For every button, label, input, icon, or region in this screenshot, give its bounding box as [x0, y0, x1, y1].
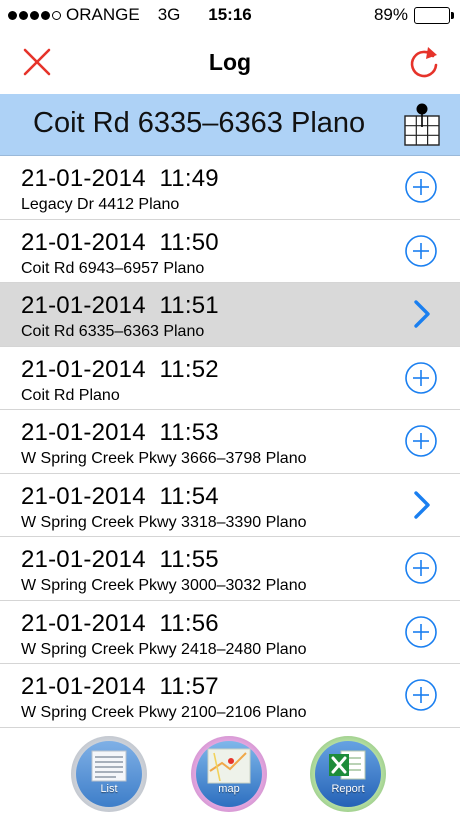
- list-icon: [76, 741, 142, 807]
- navigation-bar: Log: [0, 32, 460, 94]
- log-address: W Spring Creek Pkwy 3666–3798 Plano: [21, 450, 307, 467]
- log-time: 11:49: [159, 165, 219, 192]
- add-button[interactable]: [404, 170, 438, 204]
- log-address: Coit Rd 6335–6363 Plano: [21, 323, 205, 340]
- log-list: 21-01-2014 11:49 Legacy Dr 4412 Plano 21-0…: [0, 156, 460, 728]
- current-location-title: Coit Rd 6335–6363 Plano: [33, 107, 366, 139]
- add-button[interactable]: [404, 678, 438, 712]
- log-datetime: 21-01-2014 11:54: [21, 483, 219, 511]
- battery-percent: 89%: [373, 5, 408, 24]
- log-time: 11:57: [159, 673, 219, 700]
- log-row[interactable]: 21-01-2014 11:55 W Spring Creek Pkwy 3000…: [0, 537, 460, 601]
- log-time: 11:54: [159, 482, 219, 510]
- plus-circle-icon: [405, 425, 437, 457]
- log-date: 21-01-2014: [21, 165, 146, 192]
- log-address: W Spring Creek Pkwy 3000–3032 Plano: [21, 577, 307, 594]
- log-time: 11:53: [159, 419, 219, 446]
- log-row[interactable]: 21-01-2014 11:49 Legacy Dr 4412 Plano: [0, 156, 460, 220]
- log-row[interactable]: 21-01-2014 11:51 Coit Rd 6335–6363 Plano: [0, 283, 460, 347]
- log-date: 21-01-2014: [21, 546, 146, 573]
- current-location-header: Coit Rd 6335–6363 Plano: [0, 94, 460, 156]
- plus-circle-icon: [405, 361, 437, 394]
- log-date: 21-01-2014: [21, 482, 146, 510]
- battery-icon: [414, 6, 454, 24]
- log-datetime: 21-01-2014 11:53: [21, 419, 219, 447]
- refresh-button[interactable]: [406, 43, 442, 81]
- add-button[interactable]: [404, 551, 438, 585]
- add-button[interactable]: [404, 234, 438, 268]
- log-date: 21-01-2014: [21, 673, 146, 700]
- map-grid-pin-icon: [404, 103, 440, 146]
- plus-circle-icon: [405, 552, 437, 584]
- detail-button[interactable]: [404, 488, 438, 522]
- detail-button[interactable]: [404, 297, 438, 331]
- log-address: W Spring Creek Pkwy 3318–3390 Plano: [21, 513, 307, 531]
- log-datetime: 21-01-2014 11:51: [21, 292, 219, 320]
- log-row[interactable]: 21-01-2014 11:50 Coit Rd 6943–6957 Plano: [0, 219, 460, 283]
- report-tab-button[interactable]: Report: [310, 736, 386, 812]
- add-button[interactable]: [404, 424, 438, 458]
- status-right: 89%: [373, 5, 454, 25]
- plus-circle-icon: [405, 171, 437, 203]
- chevron-right-icon: [414, 490, 430, 519]
- log-datetime: 21-01-2014 11:55: [21, 546, 219, 574]
- log-row[interactable]: 21-01-2014 11:52 Coit Rd Plano: [0, 346, 460, 410]
- close-x-icon: [23, 48, 51, 76]
- log-address: W Spring Creek Pkwy 2418–2480 Plano: [21, 640, 307, 658]
- log-datetime: 21-01-2014 11:57: [21, 673, 219, 701]
- log-time: 11:50: [159, 228, 219, 256]
- map-tab-button[interactable]: map: [191, 736, 267, 812]
- log-address: Legacy Dr 4412 Plano: [21, 196, 180, 213]
- log-datetime: 21-01-2014 11:52: [21, 356, 219, 384]
- log-date: 21-01-2014: [21, 419, 146, 446]
- bottom-toolbar: List map Report: [0, 736, 460, 818]
- plus-circle-icon: [405, 679, 437, 711]
- log-time: 11:51: [159, 292, 219, 319]
- log-datetime: 21-01-2014 11:49: [21, 165, 219, 193]
- log-date: 21-01-2014: [21, 355, 146, 383]
- map-icon: [196, 741, 262, 807]
- list-tab-button[interactable]: List: [71, 736, 147, 812]
- map-tab-label: map: [218, 783, 240, 795]
- excel-report-icon: [315, 741, 381, 807]
- list-tab-label: List: [100, 783, 118, 795]
- log-row[interactable]: 21-01-2014 11:57 W Spring Creek Pkwy 2100…: [0, 664, 460, 728]
- map-grid-button[interactable]: [402, 102, 442, 148]
- log-date: 21-01-2014: [21, 609, 146, 637]
- log-address: Coit Rd 6943–6957 Plano: [21, 259, 205, 277]
- log-address: W Spring Creek Pkwy 2100–2106 Plano: [21, 704, 307, 721]
- add-button[interactable]: [404, 361, 438, 395]
- log-time: 11:55: [159, 546, 219, 573]
- report-tab-label: Report: [331, 783, 365, 795]
- chevron-right-icon: [414, 300, 430, 328]
- log-datetime: 21-01-2014 11:56: [21, 610, 219, 638]
- close-button[interactable]: [20, 45, 54, 79]
- log-datetime: 21-01-2014 11:50: [21, 229, 219, 257]
- log-time: 11:52: [159, 355, 219, 383]
- refresh-icon: [410, 47, 438, 78]
- log-time: 11:56: [159, 609, 219, 637]
- page-title: Log: [208, 49, 252, 75]
- log-row[interactable]: 21-01-2014 11:56 W Spring Creek Pkwy 2418…: [0, 600, 460, 664]
- log-address: Coit Rd Plano: [21, 386, 120, 404]
- plus-circle-icon: [405, 615, 437, 648]
- log-row[interactable]: 21-01-2014 11:54 W Spring Creek Pkwy 3318…: [0, 473, 460, 537]
- log-row[interactable]: 21-01-2014 11:53 W Spring Creek Pkwy 3666…: [0, 410, 460, 474]
- log-date: 21-01-2014: [21, 292, 146, 319]
- status-bar: ORANGE 3G 15:16 89%: [0, 0, 460, 32]
- plus-circle-icon: [405, 234, 437, 267]
- log-date: 21-01-2014: [21, 228, 146, 256]
- add-button[interactable]: [404, 615, 438, 649]
